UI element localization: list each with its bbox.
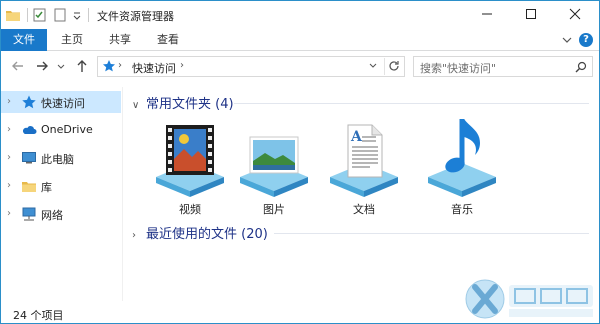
sidebar-item-onedrive[interactable]: › OneDrive: [1, 119, 121, 141]
forward-button[interactable]: [33, 57, 51, 75]
network-icon: [21, 206, 37, 222]
help-icon[interactable]: ?: [579, 33, 593, 47]
folder-tile-pictures[interactable]: 图片: [234, 115, 314, 216]
star-icon: [102, 59, 116, 73]
refresh-icon[interactable]: [384, 58, 402, 75]
pictures-folder-icon: [234, 115, 314, 201]
group-divider: [274, 233, 589, 234]
sidebar-item-label: 此电脑: [41, 153, 74, 166]
expand-chevron-icon[interactable]: ›: [7, 208, 11, 219]
folder-tile-documents[interactable]: A 文档: [324, 115, 404, 216]
tab-share[interactable]: 共享: [99, 29, 141, 51]
ribbon-tab-bar: 文件 主页 共享 查看 ?: [1, 29, 599, 51]
sidebar-item-label: OneDrive: [41, 123, 93, 136]
library-icon: [21, 178, 37, 194]
group-header-frequent-folders[interactable]: ∨ 常用文件夹 (4): [132, 93, 234, 112]
search-placeholder: 搜索"快速访问": [420, 62, 497, 75]
search-icon[interactable]: [574, 60, 588, 74]
back-button[interactable]: [9, 57, 27, 75]
music-folder-icon: [422, 115, 502, 201]
collapse-chevron-icon[interactable]: ∨: [132, 100, 142, 111]
folder-tile-label: 图片: [263, 203, 285, 216]
sidebar-item-this-pc[interactable]: › 此电脑: [1, 147, 121, 169]
expand-chevron-icon[interactable]: ›: [7, 180, 11, 191]
maximize-button[interactable]: [509, 1, 553, 27]
explorer-window: 文件资源管理器 文件 主页 共享 查看 ? › 快速访问 › 搜索"快速访问" …: [0, 0, 600, 324]
folder-icon[interactable]: [5, 7, 21, 23]
sidebar-item-libraries[interactable]: › 库: [1, 175, 121, 197]
navigation-bar: › 快速访问 › 搜索"快速访问": [1, 52, 599, 80]
expand-chevron-icon[interactable]: ›: [7, 152, 11, 163]
up-button[interactable]: [73, 57, 91, 75]
group-divider: [234, 103, 589, 104]
folder-tile-label: 音乐: [451, 203, 473, 216]
minimize-button[interactable]: [465, 1, 509, 27]
group-header-recent-files[interactable]: › 最近使用的文件 (20): [132, 223, 268, 242]
search-input[interactable]: 搜索"快速访问": [413, 56, 593, 77]
sidebar-item-label: 快速访问: [41, 97, 85, 110]
star-icon: [21, 94, 37, 110]
expand-chevron-icon[interactable]: ›: [7, 124, 11, 135]
tab-file[interactable]: 文件: [1, 29, 47, 51]
tab-view[interactable]: 查看: [147, 29, 189, 51]
cloud-icon: [21, 122, 37, 138]
breadcrumb-chevron-icon[interactable]: ›: [180, 60, 184, 71]
customize-chevron-icon[interactable]: [72, 7, 82, 23]
breadcrumb-chevron-icon[interactable]: ›: [118, 60, 122, 71]
computer-icon: [21, 150, 37, 166]
group-title: 常用文件夹 (4): [146, 97, 234, 112]
address-dropdown-icon[interactable]: [368, 60, 378, 75]
tab-home[interactable]: 主页: [51, 29, 93, 51]
toolbar-divider: [88, 8, 89, 22]
sidebar-item-label: 网络: [41, 209, 63, 222]
folder-tile-label: 视频: [179, 203, 201, 216]
svg-text:A: A: [350, 129, 363, 145]
sidebar-item-network[interactable]: › 网络: [1, 203, 121, 225]
window-title: 文件资源管理器: [97, 10, 174, 23]
sidebar-item-quick-access[interactable]: › 快速访问: [1, 91, 121, 113]
item-count: 24 个项目: [13, 309, 64, 322]
breadcrumb[interactable]: 快速访问: [132, 60, 176, 76]
file-view: ∨ 常用文件夹 (4) 视频 图片 A 文档 音乐 › 最近使用的文件 (20): [124, 87, 599, 301]
quick-access-toolbar: [5, 6, 93, 24]
sidebar-item-label: 库: [41, 181, 52, 194]
video-folder-icon: [150, 115, 230, 201]
expand-ribbon-icon[interactable]: [561, 34, 573, 46]
recent-locations-icon[interactable]: [55, 57, 67, 75]
toolbar-divider: [27, 8, 28, 22]
address-bar[interactable]: › 快速访问 ›: [97, 56, 405, 77]
folder-tile-label: 文档: [353, 203, 375, 216]
properties-icon[interactable]: [32, 7, 48, 23]
expand-chevron-icon[interactable]: ›: [132, 230, 142, 241]
folder-tile-music[interactable]: 音乐: [422, 115, 502, 216]
title-bar: 文件资源管理器: [1, 1, 599, 29]
documents-folder-icon: A: [324, 115, 404, 201]
close-button[interactable]: [553, 1, 597, 27]
folder-tile-videos[interactable]: 视频: [150, 115, 230, 216]
expand-chevron-icon[interactable]: ›: [7, 96, 11, 107]
navigation-pane: › 快速访问 › OneDrive › 此电脑 › 库 › 网络: [1, 87, 123, 301]
site-watermark-logo: [463, 275, 599, 323]
group-title: 最近使用的文件 (20): [146, 227, 268, 242]
new-folder-icon[interactable]: [52, 7, 68, 23]
